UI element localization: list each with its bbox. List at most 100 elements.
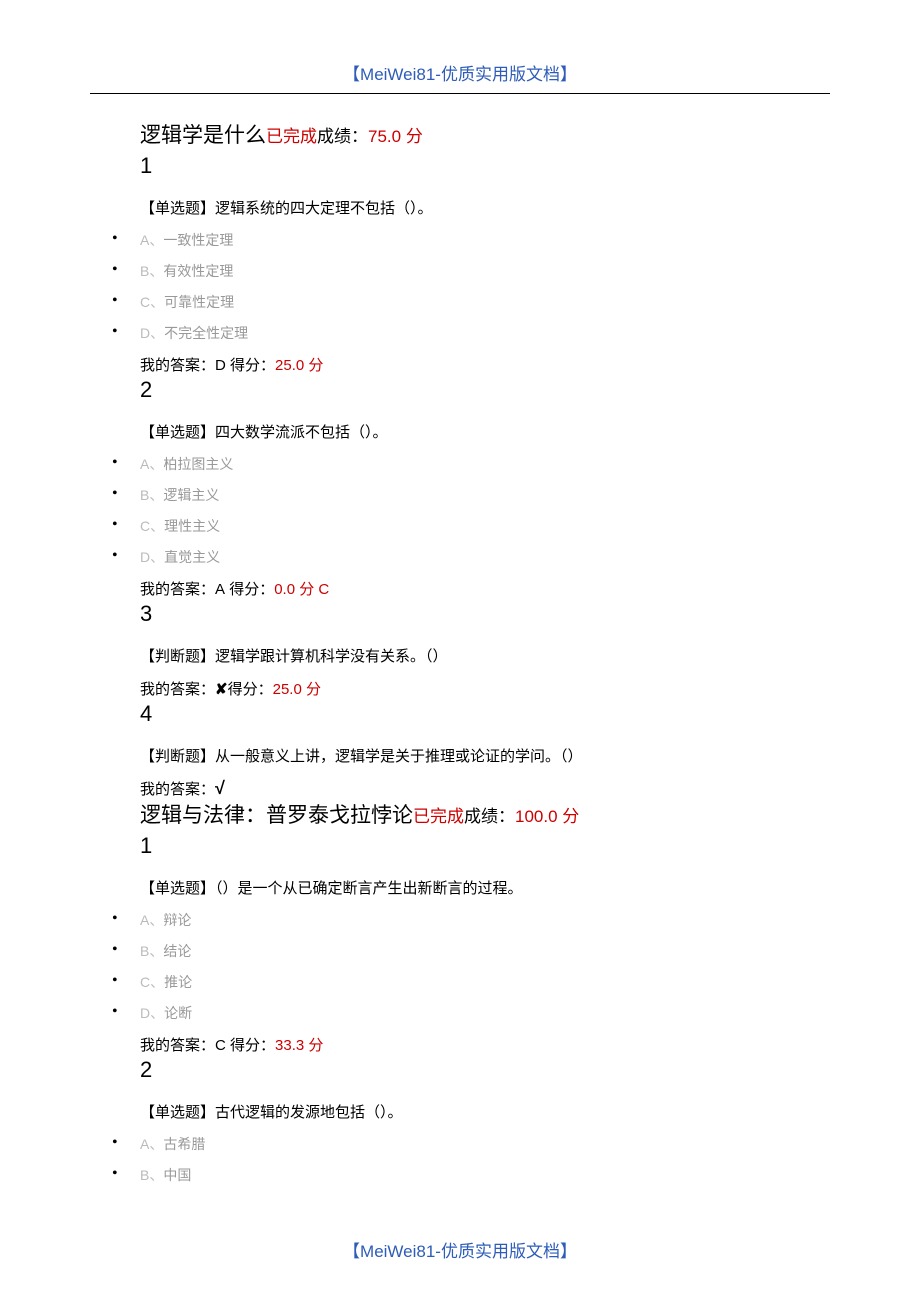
answer-letter: C <box>215 1037 226 1054</box>
option-item: B、结论 <box>90 941 830 961</box>
option-letter: C、 <box>140 518 164 534</box>
question-text: 【判断题】从一般意义上讲，逻辑学是关于推理或论证的学问。（） <box>140 745 830 766</box>
score-value: 100.0 <box>515 807 558 826</box>
my-answer: 我的答案：D 得分：25.0 分 <box>140 354 830 375</box>
cross-icon: ✘ <box>215 681 228 698</box>
score-label: 成绩： <box>317 127 368 146</box>
my-answer: 我的答案：A 得分：0.0 分 C <box>140 578 830 599</box>
answer-letter: A <box>215 581 225 598</box>
option-item: B、中国 <box>90 1165 830 1185</box>
score-unit: 分 <box>304 1037 323 1054</box>
option-text: 逻辑主义 <box>163 489 219 504</box>
options-list: A、一致性定理 B、有效性定理 C、可靠性定理 D、不完全性定理 <box>90 230 830 343</box>
option-text: 论断 <box>164 1007 192 1022</box>
option-letter: C、 <box>140 974 164 990</box>
section-title: 逻辑学是什么已完成成绩：75.0 分 <box>140 119 830 149</box>
score-value: 33.3 <box>275 1037 304 1054</box>
option-text: 直觉主义 <box>164 551 220 566</box>
question-number: 4 <box>140 701 830 727</box>
document-content: 逻辑学是什么已完成成绩：75.0 分 1 【单选题】逻辑系统的四大定理不包括（）… <box>90 119 830 1185</box>
option-letter: A、 <box>140 232 163 248</box>
option-text: 理性主义 <box>164 520 220 535</box>
my-answer: 我的答案：√ <box>140 778 830 799</box>
options-list: A、辩论 B、结论 C、推论 D、论断 <box>90 910 830 1023</box>
option-item: C、可靠性定理 <box>90 292 830 312</box>
answer-prefix: 我的答案： <box>140 1037 215 1054</box>
option-item: A、辩论 <box>90 910 830 930</box>
option-letter: C、 <box>140 294 164 310</box>
question-text: 【单选题】（）是一个从已确定断言产生出新断言的过程。 <box>140 877 830 898</box>
options-list: A、古希腊 B、中国 <box>90 1134 830 1185</box>
score-label: 得分： <box>226 357 275 374</box>
question-text: 【单选题】古代逻辑的发源地包括（）。 <box>140 1101 830 1122</box>
page-footer: 【MeiWei81-优质实用版文档】 <box>0 1237 920 1262</box>
score-value: 75.0 <box>368 127 401 146</box>
correct-answer: C <box>318 581 329 598</box>
option-item: C、推论 <box>90 972 830 992</box>
question-text: 【单选题】四大数学流派不包括（）。 <box>140 421 830 442</box>
score-unit: 分 <box>295 581 318 598</box>
option-letter: B、 <box>140 943 163 959</box>
score-unit: 分 <box>304 357 323 374</box>
completed-label: 已完成 <box>413 807 464 826</box>
option-item: B、有效性定理 <box>90 261 830 281</box>
option-item: B、逻辑主义 <box>90 485 830 505</box>
completed-label: 已完成 <box>266 127 317 146</box>
option-letter: D、 <box>140 549 164 565</box>
question-text: 【单选题】逻辑系统的四大定理不包括（）。 <box>140 197 830 218</box>
option-item: D、论断 <box>90 1003 830 1023</box>
option-letter: B、 <box>140 1167 163 1183</box>
option-item: A、柏拉图主义 <box>90 454 830 474</box>
question-number: 2 <box>140 377 830 403</box>
my-answer: 我的答案：C 得分：33.3 分 <box>140 1034 830 1055</box>
answer-prefix: 我的答案： <box>140 681 215 698</box>
check-icon: √ <box>215 778 225 798</box>
question-number: 2 <box>140 1057 830 1083</box>
option-text: 结论 <box>163 945 191 960</box>
option-letter: D、 <box>140 1005 164 1021</box>
question-number: 1 <box>140 153 830 179</box>
option-letter: B、 <box>140 263 163 279</box>
option-text: 一致性定理 <box>163 234 233 249</box>
option-text: 中国 <box>163 1169 191 1184</box>
option-item: C、理性主义 <box>90 516 830 536</box>
option-letter: D、 <box>140 325 164 341</box>
option-item: D、直觉主义 <box>90 547 830 567</box>
question-number: 1 <box>140 833 830 859</box>
answer-prefix: 我的答案： <box>140 581 215 598</box>
score-label: 得分： <box>225 581 274 598</box>
score-value: 0.0 <box>274 581 295 598</box>
answer-prefix: 我的答案： <box>140 781 215 798</box>
score-label: 成绩： <box>464 807 515 826</box>
score-unit: 分 <box>558 807 580 826</box>
score-value: 25.0 <box>273 681 302 698</box>
option-text: 可靠性定理 <box>164 296 234 311</box>
option-text: 古希腊 <box>163 1138 205 1153</box>
option-text: 有效性定理 <box>163 265 233 280</box>
option-text: 推论 <box>164 976 192 991</box>
options-list: A、柏拉图主义 B、逻辑主义 C、理性主义 D、直觉主义 <box>90 454 830 567</box>
score-label: 得分： <box>226 1037 275 1054</box>
section-title: 逻辑与法律：普罗泰戈拉悖论已完成成绩：100.0 分 <box>140 799 830 829</box>
page-header: 【MeiWei81-优质实用版文档】 <box>90 60 830 94</box>
option-text: 不完全性定理 <box>164 327 248 342</box>
my-answer: 我的答案：✘得分：25.0 分 <box>140 678 830 699</box>
score-label: 得分： <box>228 681 273 698</box>
score-unit: 分 <box>401 127 423 146</box>
option-item: A、一致性定理 <box>90 230 830 250</box>
option-item: A、古希腊 <box>90 1134 830 1154</box>
score-value: 25.0 <box>275 357 304 374</box>
option-letter: A、 <box>140 456 163 472</box>
score-unit: 分 <box>302 681 321 698</box>
answer-letter: D <box>215 357 226 374</box>
option-item: D、不完全性定理 <box>90 323 830 343</box>
option-text: 辩论 <box>163 914 191 929</box>
question-number: 3 <box>140 601 830 627</box>
question-text: 【判断题】逻辑学跟计算机科学没有关系。（） <box>140 645 830 666</box>
option-text: 柏拉图主义 <box>163 458 233 473</box>
section-name: 逻辑学是什么 <box>140 124 266 147</box>
answer-prefix: 我的答案： <box>140 357 215 374</box>
option-letter: A、 <box>140 912 163 928</box>
document-page: 【MeiWei81-优质实用版文档】 逻辑学是什么已完成成绩：75.0 分 1 … <box>0 0 920 1302</box>
section-name: 逻辑与法律：普罗泰戈拉悖论 <box>140 804 413 827</box>
